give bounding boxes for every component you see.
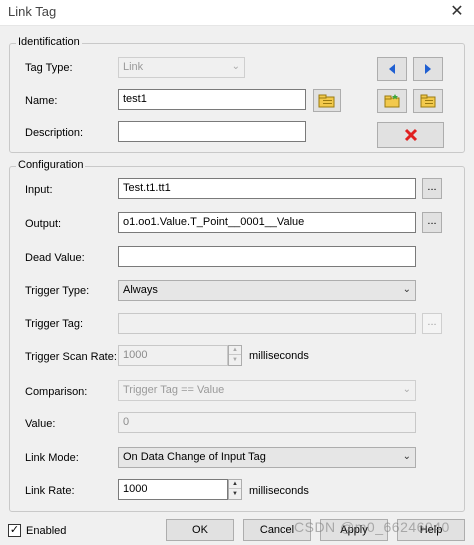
close-icon[interactable]: ✕ [446, 2, 468, 22]
next-arrow-icon [425, 64, 431, 74]
output-tag-field[interactable]: o1.oo1.Value.T_Point__0001__Value [118, 212, 416, 233]
delete-icon [404, 128, 417, 142]
comparison-select: Trigger Tag == Value ⌄ [118, 380, 416, 401]
browse-folder-icon [318, 94, 335, 108]
spin-down-icon: ▼ [232, 357, 238, 363]
tag-type-value: Link [123, 61, 144, 73]
trigger-scan-rate-label: Trigger Scan Rate: [25, 351, 117, 363]
browse-trigger-tag-button: ... [422, 313, 442, 334]
description-input[interactable] [118, 121, 306, 142]
spin-down-icon[interactable]: ▼ [229, 490, 241, 499]
link-mode-label: Link Mode: [25, 452, 79, 464]
value-field: 0 [118, 412, 416, 433]
trigger-scan-rate-spinner: ▲ ▼ [228, 345, 242, 366]
chevron-down-icon: ⌄ [231, 61, 240, 72]
trigger-type-value: Always [123, 284, 158, 296]
ok-button[interactable]: OK [166, 519, 234, 541]
tag-type-select: Link ⌄ [118, 57, 245, 78]
browse-output-button[interactable]: ... [422, 212, 442, 233]
input-label: Input: [25, 184, 53, 196]
trigger-scan-rate-field: 1000 [118, 345, 228, 366]
chevron-down-icon: ⌄ [402, 384, 411, 395]
trigger-type-select[interactable]: Always ⌄ [118, 280, 416, 301]
new-folder-icon [384, 94, 400, 108]
value-label: Value: [25, 418, 56, 430]
checkmark-icon: ✓ [9, 524, 20, 536]
window-title: Link Tag [8, 4, 57, 19]
dead-value-field[interactable] [118, 246, 416, 267]
trigger-tag-label: Trigger Tag: [25, 318, 84, 330]
description-label: Description: [25, 127, 84, 139]
new-tag-button[interactable] [377, 89, 407, 113]
enabled-checkbox[interactable]: ✓ [8, 524, 21, 537]
identification-group-label: Identification [16, 36, 82, 48]
trigger-type-label: Trigger Type: [25, 285, 90, 297]
link-mode-select[interactable]: On Data Change of Input Tag ⌄ [118, 447, 416, 468]
chevron-down-icon: ⌄ [402, 284, 411, 295]
link-rate-spinner[interactable]: ▲ ▼ [228, 479, 242, 500]
tag-type-label: Tag Type: [25, 62, 73, 74]
spin-up-icon[interactable]: ▲ [229, 480, 241, 489]
title-bar: Link Tag ✕ [0, 0, 474, 26]
link-rate-label: Link Rate: [25, 485, 75, 497]
link-rate-field[interactable]: 1000 [118, 479, 228, 500]
watermark: CSDN @m0_66246040 [294, 519, 450, 535]
output-label: Output: [25, 218, 62, 230]
next-tag-button[interactable] [413, 57, 443, 81]
configuration-group-label: Configuration [16, 159, 86, 171]
input-tag-field[interactable]: Test.t1.tt1 [118, 178, 416, 199]
link-mode-value: On Data Change of Input Tag [123, 451, 266, 463]
chevron-down-icon: ⌄ [402, 451, 411, 462]
delete-tag-button[interactable] [377, 122, 444, 148]
link-rate-unit: milliseconds [249, 485, 309, 497]
browse-name-button[interactable] [313, 89, 341, 112]
comparison-label: Comparison: [25, 386, 88, 398]
trigger-scan-rate-unit: milliseconds [249, 350, 309, 362]
previous-tag-button[interactable] [377, 57, 407, 81]
name-label: Name: [25, 95, 58, 107]
trigger-tag-field [118, 313, 416, 334]
spin-up-icon: ▲ [229, 346, 241, 355]
name-input[interactable]: test1 [118, 89, 306, 110]
dead-value-label: Dead Value: [25, 252, 85, 264]
open-tag-button[interactable] [413, 89, 443, 113]
comparison-value: Trigger Tag == Value [123, 384, 225, 396]
open-folder-icon [420, 94, 436, 108]
enabled-label: Enabled [26, 525, 67, 537]
browse-input-button[interactable]: ... [422, 178, 442, 199]
prev-arrow-icon [389, 64, 395, 74]
